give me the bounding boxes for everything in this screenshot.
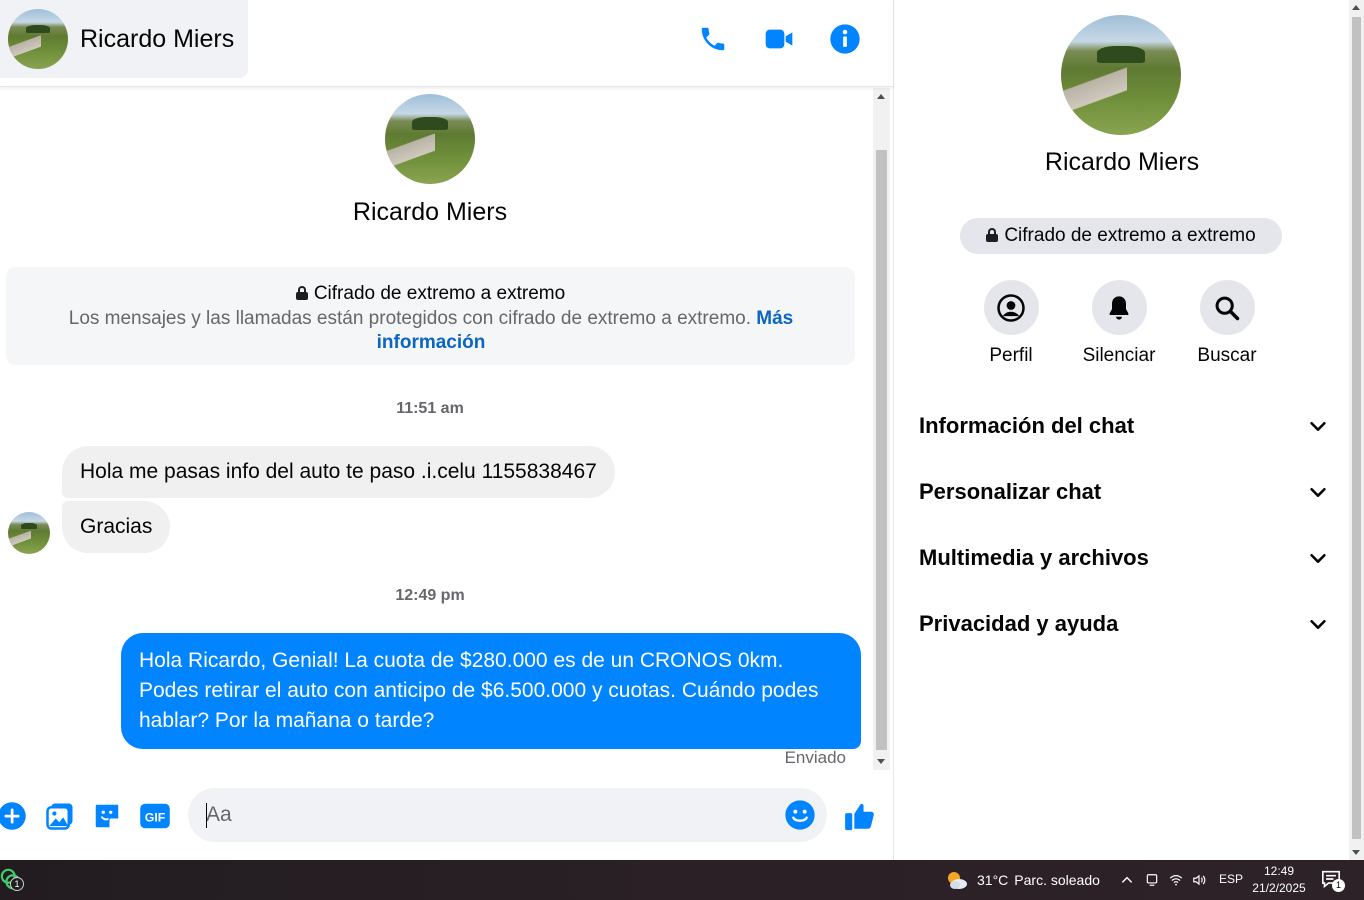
scrollbar-thumb[interactable]	[876, 150, 887, 750]
chevron-up-icon[interactable]	[1118, 871, 1136, 889]
intro-avatar[interactable]	[385, 94, 475, 184]
section-media-files[interactable]: Multimedia y archivos	[919, 538, 1329, 578]
chevron-down-icon	[1310, 487, 1326, 497]
profile-label: Perfil	[989, 345, 1033, 366]
info-avatar[interactable]	[1061, 15, 1181, 135]
page-scroll-down-arrow[interactable]	[1352, 850, 1360, 855]
chevron-down-icon	[1310, 553, 1326, 563]
chat-header: Ricardo Miers	[0, 0, 893, 87]
bell-icon	[1091, 280, 1147, 335]
lock-icon	[986, 228, 999, 242]
scroll-up-arrow[interactable]	[877, 94, 885, 99]
message-scrollbar[interactable]	[873, 88, 890, 770]
sticker-icon[interactable]	[91, 800, 123, 832]
chat-pane: Ricardo Miers Ricardo Miers Cifrado de e…	[0, 0, 893, 860]
e2e-notice-title: Cifrado de extremo a extremo	[6, 283, 855, 305]
clock-date: 21/2/2025	[1252, 881, 1306, 895]
wifi-icon[interactable]	[1167, 871, 1185, 889]
chevron-down-icon	[1310, 619, 1326, 629]
page-scrollbar-thumb[interactable]	[1352, 17, 1361, 839]
profile-icon	[983, 280, 1039, 335]
message-list: Ricardo Miers Cifrado de extremo a extre…	[0, 88, 873, 770]
e2e-title-text: Cifrado de extremo a extremo	[313, 283, 566, 304]
chevron-down-icon	[1310, 421, 1326, 431]
taskbar: 1 31°C Parc. soleado ESP 12:49 21/2/2025 …	[0, 860, 1364, 900]
conversation-info-panel: Ricardo Miers Cifrado de extremo a extre…	[893, 0, 1349, 860]
contact-avatar	[8, 9, 68, 69]
section-chat-info[interactable]: Información del chat	[919, 406, 1329, 446]
emoji-icon[interactable]	[784, 799, 816, 831]
search-label: Buscar	[1197, 345, 1257, 366]
e2e-notice: Cifrado de extremo a extremo Los mensaje…	[6, 267, 855, 365]
message-input[interactable]	[188, 788, 827, 842]
header-contact-name: Ricardo Miers	[80, 24, 235, 53]
mute-label: Silenciar	[1082, 345, 1156, 366]
section-label: Privacidad y ayuda	[919, 611, 1119, 636]
page-scroll-up-arrow[interactable]	[1352, 5, 1360, 10]
header-contact-button[interactable]: Ricardo Miers	[0, 0, 248, 78]
lock-icon	[295, 286, 308, 300]
intro-contact-name: Ricardo Miers	[352, 198, 508, 226]
sender-avatar[interactable]	[8, 512, 50, 554]
taskbar-clock[interactable]: 12:49 21/2/2025	[1247, 863, 1311, 897]
weather-sun-cloud-icon[interactable]	[944, 868, 970, 892]
weather-temperature: 31°C	[977, 872, 1009, 888]
outgoing-message[interactable]: Hola Ricardo, Genial! La cuota de $280.0…	[121, 633, 861, 749]
image-icon[interactable]	[44, 800, 76, 832]
e2e-badge[interactable]: Cifrado de extremo a extremo	[960, 218, 1282, 254]
meet-now-icon[interactable]	[1143, 871, 1161, 889]
message-status: Enviado	[784, 748, 846, 767]
incoming-message[interactable]: Gracias	[62, 501, 171, 553]
timestamp: 11:51 am	[396, 400, 464, 417]
section-privacy-help[interactable]: Privacidad y ayuda	[919, 604, 1329, 644]
text-caret	[206, 803, 207, 828]
page-scrollbar[interactable]	[1349, 0, 1364, 860]
video-camera-icon[interactable]	[762, 22, 796, 56]
notification-count-badge: 1	[1332, 879, 1345, 892]
weather-widget[interactable]: 31°C Parc. soleado	[977, 872, 1100, 888]
section-label: Personalizar chat	[919, 479, 1102, 504]
search-icon	[1199, 280, 1255, 335]
plus-icon[interactable]	[0, 800, 28, 832]
phone-icon[interactable]	[696, 22, 730, 56]
gif-label: GIF	[145, 811, 166, 825]
weather-condition: Parc. soleado	[1014, 872, 1100, 888]
timestamp: 12:49 pm	[395, 587, 465, 604]
info-contact-name: Ricardo Miers	[1044, 148, 1200, 176]
info-icon[interactable]	[828, 22, 862, 56]
clock-time: 12:49	[1263, 864, 1295, 878]
gif-icon[interactable]: GIF	[139, 800, 171, 832]
mute-button[interactable]: Silenciar	[1069, 280, 1169, 367]
search-button[interactable]: Buscar	[1177, 280, 1277, 367]
section-label: Información del chat	[919, 413, 1135, 438]
e2e-description: Los mensajes y las llamadas están proteg…	[68, 308, 751, 329]
taskbar-app-badge: 1	[10, 877, 24, 891]
composer: GIF	[0, 770, 893, 860]
language-indicator[interactable]: ESP	[1219, 872, 1243, 886]
scroll-down-arrow[interactable]	[877, 759, 885, 764]
section-customize-chat[interactable]: Personalizar chat	[919, 472, 1329, 512]
section-label: Multimedia y archivos	[919, 545, 1149, 570]
profile-button[interactable]: Perfil	[961, 280, 1061, 367]
e2e-badge-label: Cifrado de extremo a extremo	[1004, 225, 1256, 246]
volume-icon[interactable]	[1190, 871, 1208, 889]
thumbs-up-icon[interactable]	[842, 798, 878, 834]
incoming-message[interactable]: Hola me pasas info del auto te paso .i.c…	[62, 446, 615, 498]
e2e-notice-text: Los mensajes y las llamadas están proteg…	[56, 307, 806, 355]
